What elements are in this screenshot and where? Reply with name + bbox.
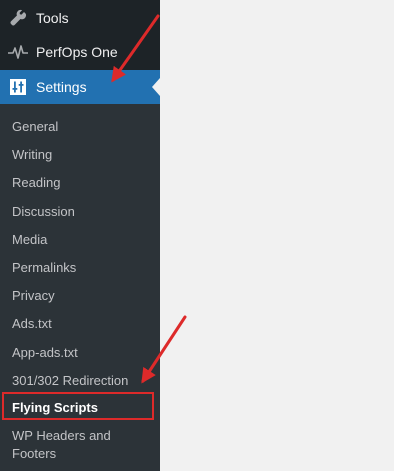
submenu-item-app-ads-txt[interactable]: App-ads.txt xyxy=(12,344,152,362)
submenu-item-discussion[interactable]: Discussion xyxy=(12,203,152,221)
submenu-item-flying-scripts[interactable]: Flying Scripts xyxy=(12,399,152,417)
admin-sidebar: Tools PerfOps One Settings General Writi… xyxy=(0,0,160,471)
menu-item-label: PerfOps One xyxy=(36,44,118,60)
submenu-item-media[interactable]: Media xyxy=(12,231,152,249)
submenu-item-general[interactable]: General xyxy=(12,118,152,136)
submenu-item-reading[interactable]: Reading xyxy=(12,174,152,192)
settings-submenu: General Writing Reading Discussion Media… xyxy=(0,104,160,471)
menu-item-tools[interactable]: Tools xyxy=(0,1,160,35)
settings-sliders-icon xyxy=(8,77,28,97)
menu-item-label: Tools xyxy=(36,10,69,26)
submenu-item-wp-headers-and-footers[interactable]: WP Headers and Footers xyxy=(12,427,152,463)
menu-item-label: Settings xyxy=(36,79,87,95)
wrench-icon xyxy=(8,8,28,28)
submenu-item-permalinks[interactable]: Permalinks xyxy=(12,259,152,277)
submenu-item-redirection[interactable]: 301/302 Redirection xyxy=(12,372,152,390)
pulse-icon xyxy=(8,42,28,62)
submenu-item-ads-txt[interactable]: Ads.txt xyxy=(12,315,152,333)
submenu-item-writing[interactable]: Writing xyxy=(12,146,152,164)
menu-item-settings[interactable]: Settings xyxy=(0,70,160,104)
menu-item-perfops-one[interactable]: PerfOps One xyxy=(0,35,160,69)
current-menu-pointer xyxy=(152,78,160,96)
submenu-item-privacy[interactable]: Privacy xyxy=(12,287,152,305)
